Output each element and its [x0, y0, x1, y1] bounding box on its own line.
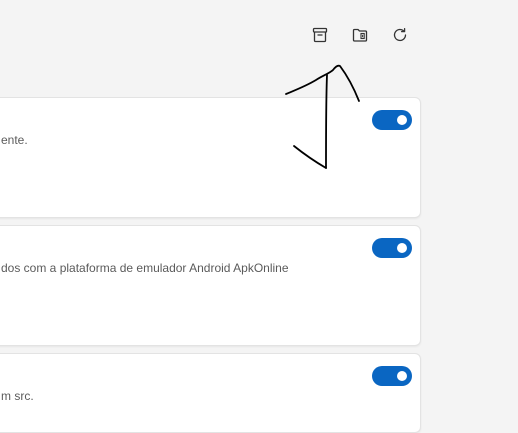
- extension-card: dos com a plataforma de emulador Android…: [0, 225, 421, 346]
- extension-description: dos com a plataforma de emulador Android…: [1, 261, 289, 275]
- extension-enable-toggle[interactable]: [372, 238, 412, 258]
- extension-card: ente.: [0, 97, 421, 218]
- archive-icon: [312, 27, 328, 43]
- refresh-button[interactable]: [387, 22, 413, 48]
- extension-enable-toggle[interactable]: [372, 366, 412, 386]
- refresh-icon: [393, 27, 407, 42]
- extensions-toolbar: [0, 0, 518, 70]
- load-unpacked-button[interactable]: [347, 22, 373, 48]
- extension-card: m src.: [0, 353, 421, 433]
- toggle-knob: [397, 371, 407, 381]
- folder-open-icon: [352, 28, 368, 42]
- archive-button[interactable]: [307, 22, 333, 48]
- extension-enable-toggle[interactable]: [372, 110, 412, 130]
- extension-description: ente.: [1, 133, 28, 147]
- toggle-knob: [397, 243, 407, 253]
- toggle-knob: [397, 115, 407, 125]
- extension-description: m src.: [1, 389, 34, 403]
